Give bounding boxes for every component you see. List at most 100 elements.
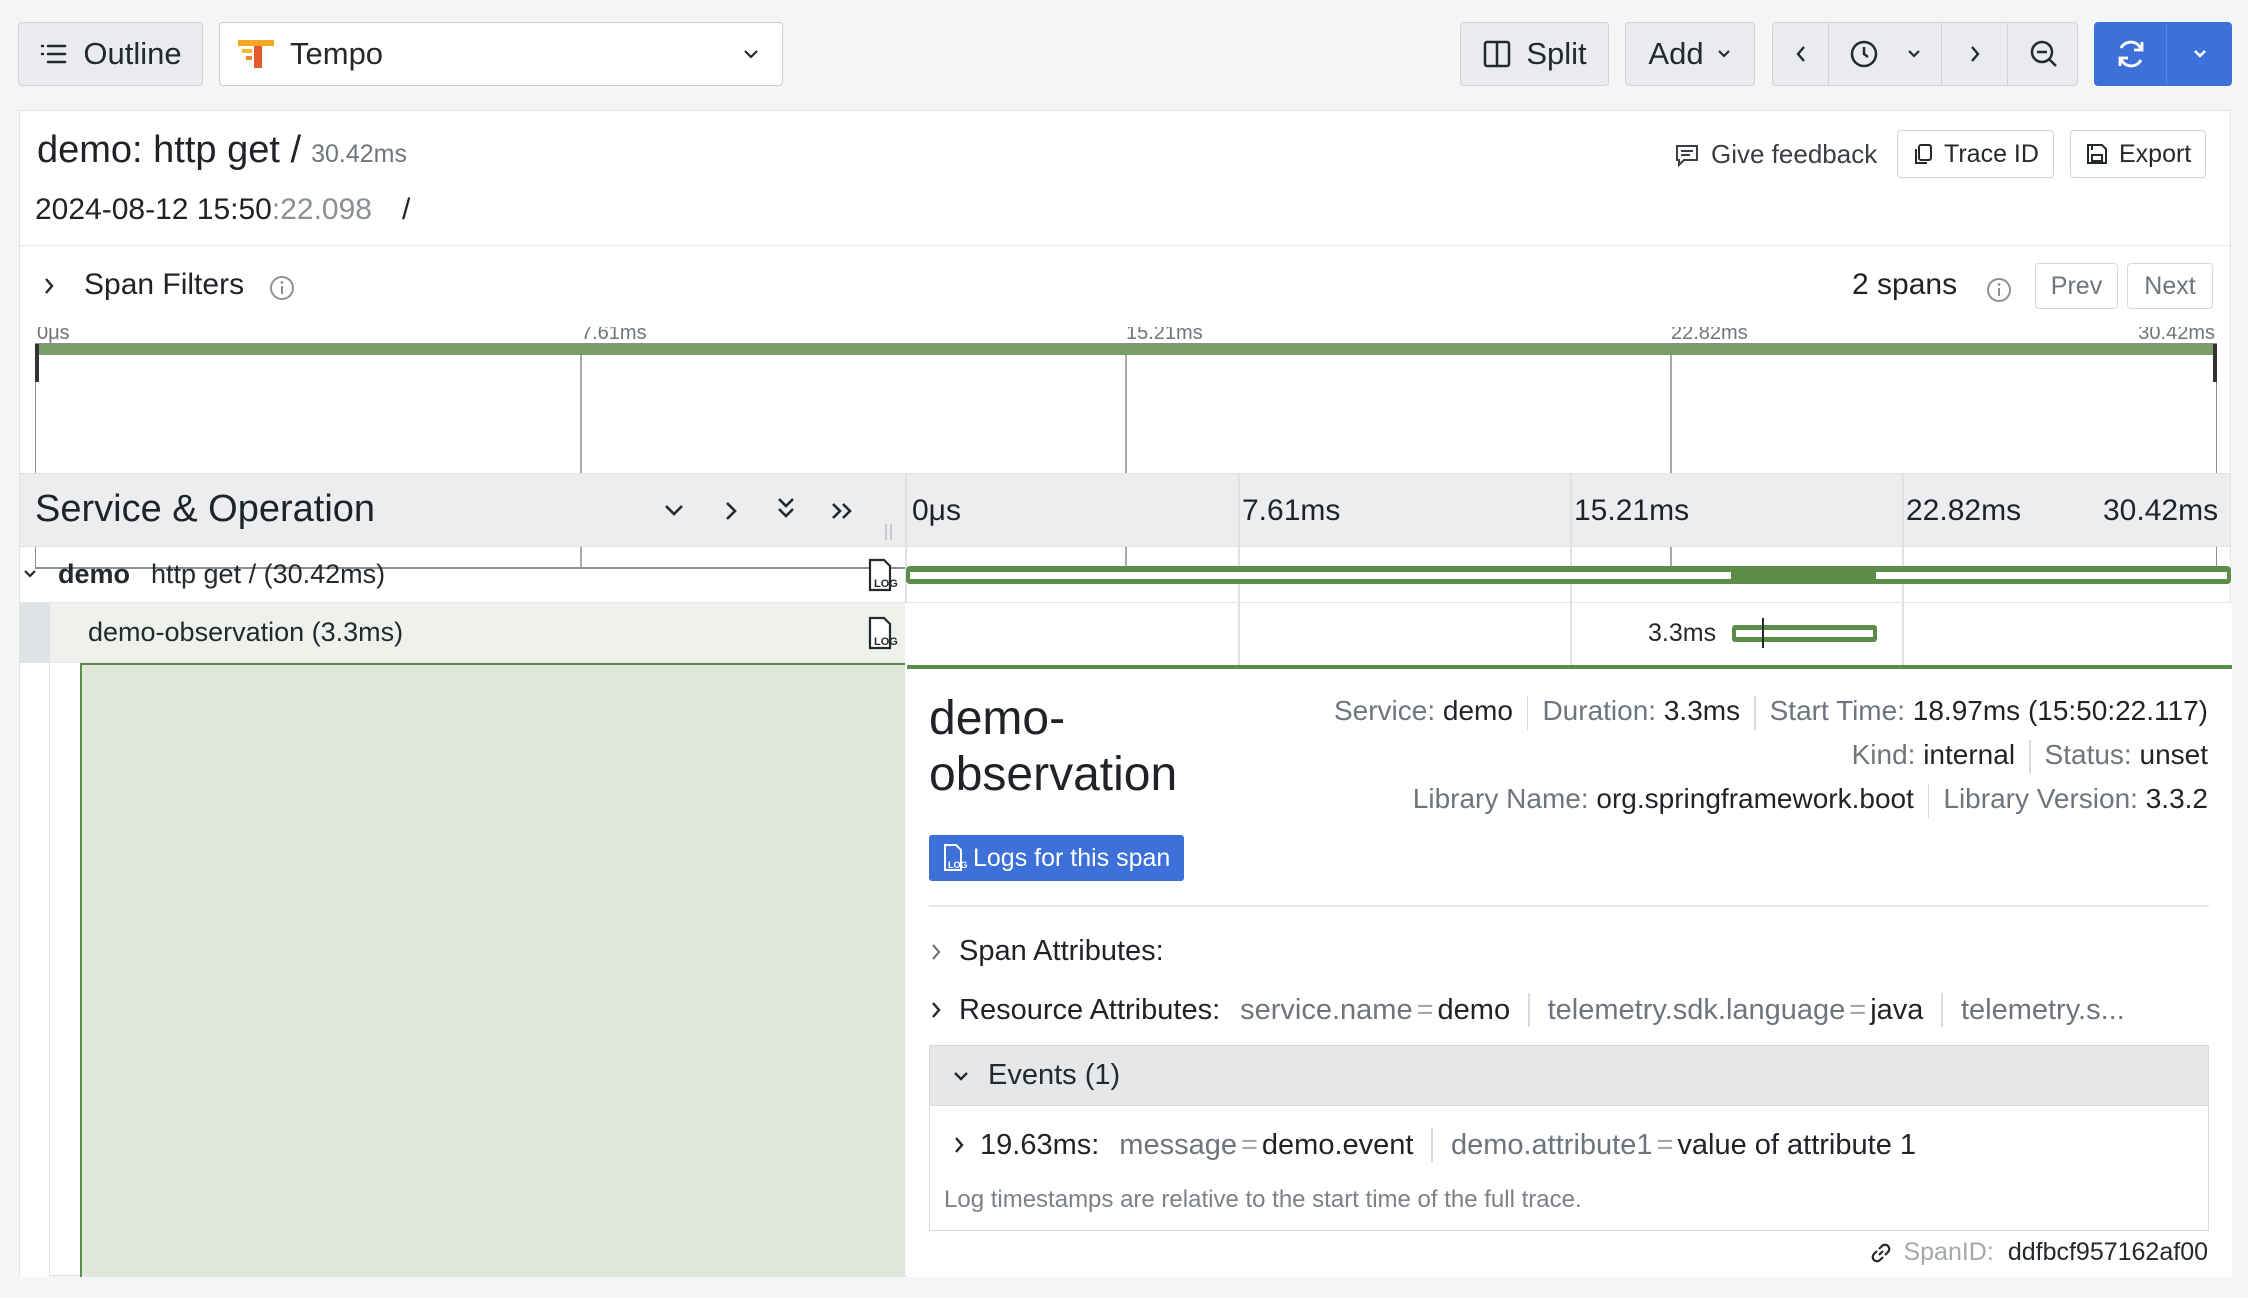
trace-id-button[interactable]: Trace ID bbox=[1897, 130, 2054, 178]
next-button[interactable]: Next bbox=[2127, 263, 2213, 309]
service-label: Service: bbox=[1333, 695, 1436, 726]
split-button[interactable]: Split bbox=[1460, 22, 1609, 86]
span-filters-toggle[interactable]: Span Filters bbox=[84, 268, 244, 302]
chevron-down-icon[interactable] bbox=[22, 567, 38, 581]
chevron-right-icon bbox=[932, 943, 941, 960]
span-bar-root[interactable] bbox=[906, 565, 2232, 585]
chevron-down-icon bbox=[1717, 50, 1730, 58]
event-attr-value: value of attribute 1 bbox=[1677, 1128, 1917, 1161]
log-icon[interactable]: LOG bbox=[862, 615, 898, 651]
zoom-out-icon bbox=[2030, 40, 2057, 67]
info-icon bbox=[1987, 278, 2011, 302]
timeline-tick: 7.61ms bbox=[1242, 494, 1341, 527]
add-button[interactable]: Add bbox=[1625, 22, 1755, 86]
chevron-down-icon bbox=[2194, 50, 2206, 58]
refresh-button[interactable] bbox=[2095, 23, 2167, 85]
trace-duration: 30.42ms bbox=[311, 140, 407, 168]
trace-title: demo: http get / 30.42ms bbox=[37, 129, 407, 172]
time-controls bbox=[1772, 22, 2078, 86]
time-forward-button[interactable] bbox=[1941, 23, 2007, 85]
toolbar: Outline Tempo Split Add bbox=[0, 0, 2248, 108]
chevron-down-icon bbox=[954, 1071, 968, 1081]
minimap-tick: 15.21ms bbox=[1126, 327, 1203, 344]
span-detail-panel: demo- observation Service: demo Duration:… bbox=[907, 665, 2232, 1277]
span-attributes-toggle[interactable]: Span Attributes: bbox=[929, 935, 1164, 968]
outline-icon bbox=[41, 44, 67, 64]
collapse-all-icon[interactable] bbox=[773, 494, 799, 526]
timeline-tick: 22.82ms bbox=[1906, 494, 2022, 527]
resource-attributes-row[interactable]: Resource Attributes: service.name = demo t… bbox=[929, 993, 2125, 1027]
collapse-one-icon[interactable] bbox=[661, 500, 687, 522]
library-version-value: 3.3.2 bbox=[2145, 783, 2208, 814]
span-detail-title-line: observation bbox=[929, 748, 1178, 801]
kind-label: Kind: bbox=[1851, 739, 1916, 770]
span-row-root[interactable]: demo http get / (30.42ms) LOG bbox=[20, 547, 2232, 603]
trace-start-date: 2024-08-12 15:50:22.098 / bbox=[35, 193, 410, 227]
outline-label: Outline bbox=[83, 36, 182, 71]
timeline-tick: 15.21ms bbox=[1574, 494, 1690, 527]
refresh-group bbox=[2094, 22, 2232, 86]
span-detail-title-line: demo- bbox=[929, 692, 1066, 745]
chevron-right-icon[interactable] bbox=[42, 276, 56, 296]
expand-all-icon[interactable] bbox=[828, 498, 860, 524]
time-picker-button[interactable] bbox=[1829, 23, 1941, 85]
span-id-row[interactable]: SpanID: ddfbcf957162af00 bbox=[1867, 1238, 2208, 1267]
tempo-logo-icon bbox=[238, 40, 274, 68]
library-version-label: Library Version: bbox=[1943, 783, 2138, 814]
time-back-button[interactable] bbox=[1773, 23, 1829, 85]
split-icon bbox=[1484, 40, 1511, 68]
refresh-interval-button[interactable] bbox=[2167, 23, 2233, 85]
split-label: Split bbox=[1526, 36, 1587, 71]
timeline-tick: 0μs bbox=[912, 494, 961, 527]
span-overview-row-3: Library Name: org.springframework.boot Li… bbox=[1413, 783, 2208, 818]
trace-date-main: 2024-08-12 15:50 bbox=[35, 193, 272, 226]
expand-one-icon[interactable] bbox=[720, 498, 742, 524]
save-icon bbox=[2087, 144, 2107, 164]
timeline-tick: 30.42ms bbox=[2103, 494, 2219, 527]
status-label: Status: bbox=[2044, 739, 2132, 770]
span-id-label: SpanID: bbox=[1903, 1238, 1994, 1266]
minimap-tick: 30.42ms bbox=[2138, 327, 2215, 344]
event-time: 19.63ms: bbox=[980, 1128, 1100, 1161]
span-bar-child[interactable] bbox=[1731, 617, 1881, 649]
link-icon bbox=[1872, 1243, 1891, 1262]
trace-name: demo: http get / bbox=[37, 129, 302, 171]
library-name-label: Library Name: bbox=[1412, 783, 1589, 814]
logs-for-span-button[interactable]: LOG Logs for this span bbox=[929, 835, 1185, 881]
event-attr-value: demo.event bbox=[1261, 1128, 1414, 1161]
chevron-down-icon bbox=[744, 50, 758, 59]
events-header[interactable]: Events (1) bbox=[930, 1046, 2208, 1106]
log-icon[interactable]: LOG bbox=[862, 557, 898, 593]
svg-text:LOG: LOG bbox=[948, 860, 967, 870]
give-feedback-link[interactable]: Give feedback bbox=[1673, 139, 1877, 170]
span-operation-name: demo-observation (3.3ms) bbox=[88, 617, 404, 647]
datasource-picker[interactable]: Tempo bbox=[219, 22, 783, 86]
trace-date-ms: :22.098 bbox=[271, 193, 372, 226]
give-feedback-label: Give feedback bbox=[1711, 139, 1878, 169]
copy-icon bbox=[1915, 144, 1932, 164]
chevron-right-icon bbox=[955, 1137, 964, 1153]
span-row-child[interactable]: demo-observation (3.3ms) LOG 3.3ms bbox=[20, 603, 2232, 663]
prev-button[interactable]: Prev bbox=[2035, 263, 2118, 309]
outline-button[interactable]: Outline bbox=[18, 22, 203, 86]
resource-attr-value: java bbox=[1870, 993, 1924, 1026]
span-attributes-label: Span Attributes: bbox=[959, 935, 1164, 967]
zoom-out-button[interactable] bbox=[2007, 23, 2079, 85]
event-row[interactable]: 19.63ms: message = demo.event demo.attribu… bbox=[952, 1128, 1916, 1162]
export-button[interactable]: Export bbox=[2070, 130, 2207, 178]
events-note: Log timestamps are relative to the start… bbox=[944, 1186, 1582, 1213]
resource-attributes-label: Resource Attributes: bbox=[959, 993, 1221, 1026]
start-time-value: 18.97ms (15:50:22.117) bbox=[1912, 695, 2208, 726]
clock-icon bbox=[1850, 40, 1878, 68]
span-service-name: demo bbox=[58, 559, 131, 589]
span-overview-row-2: Kind: internal Status: unset bbox=[1852, 739, 2208, 774]
service-value: demo bbox=[1442, 695, 1513, 726]
span-id-value: ddfbcf957162af00 bbox=[2007, 1238, 2208, 1266]
span-bar-duration-label: 3.3ms bbox=[1648, 619, 1717, 647]
chevron-left-icon bbox=[1795, 46, 1805, 62]
export-label: Export bbox=[2119, 139, 2192, 168]
resource-attr-key: telemetry.sdk.language bbox=[1547, 993, 1846, 1026]
chevron-right-icon bbox=[1970, 46, 1980, 62]
resize-handle-icon[interactable] bbox=[884, 522, 894, 542]
resource-attr-value: demo bbox=[1437, 993, 1511, 1026]
